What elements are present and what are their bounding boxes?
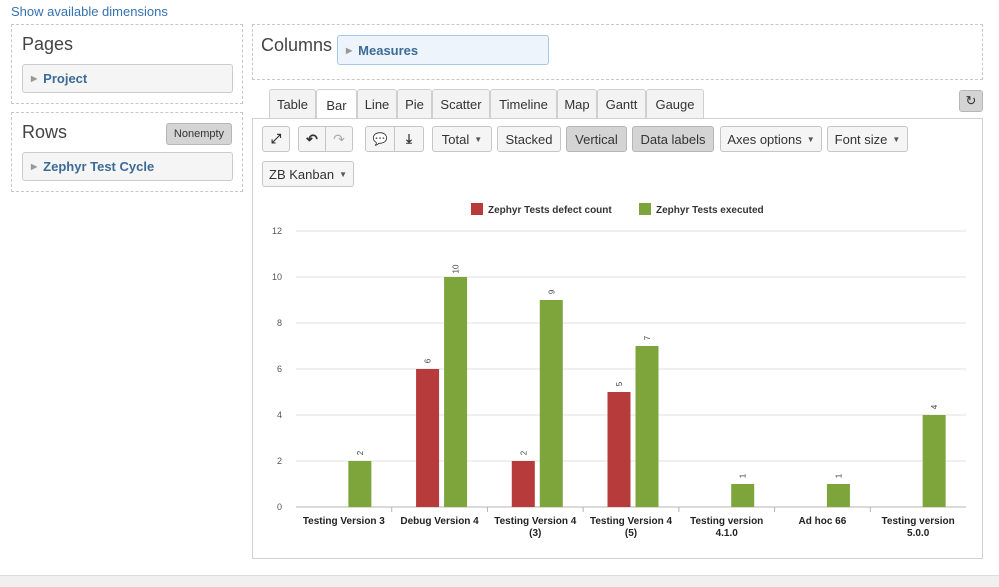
tab-table[interactable]: Table bbox=[269, 89, 316, 119]
bar bbox=[826, 484, 850, 507]
caret-right-icon: ▶ bbox=[31, 162, 38, 171]
tab-timeline[interactable]: Timeline bbox=[490, 89, 557, 119]
x-tick-label: 4.1.0 bbox=[716, 528, 739, 539]
y-tick-label: 0 bbox=[277, 502, 282, 512]
data-label: 4 bbox=[930, 404, 939, 409]
tab-bar[interactable]: Bar bbox=[316, 89, 357, 120]
rows-dimension-zephyr-test-cycle[interactable]: ▶ Zephyr Test Cycle bbox=[22, 152, 233, 181]
refresh-icon: ↻ bbox=[965, 93, 977, 108]
columns-title: Columns bbox=[261, 35, 333, 55]
stacked-button[interactable]: Stacked bbox=[497, 126, 561, 152]
axes-options-label: Axes options bbox=[727, 131, 802, 147]
legend-label: Zephyr Tests defect count bbox=[488, 205, 612, 216]
x-tick-label: Testing version bbox=[882, 516, 955, 527]
rows-panel: Rows Nonempty ▶ Zephyr Test Cycle bbox=[11, 112, 243, 192]
data-label: 10 bbox=[452, 264, 461, 273]
x-tick-label: Testing version bbox=[690, 516, 763, 527]
tab-map[interactable]: Map bbox=[557, 89, 597, 119]
chevron-down-icon: ▼ bbox=[806, 134, 815, 144]
data-label: 1 bbox=[834, 473, 843, 478]
y-tick-label: 4 bbox=[277, 410, 282, 420]
font-size-label: Font size bbox=[834, 131, 888, 147]
data-label: 2 bbox=[356, 450, 365, 455]
total-label: Total bbox=[441, 131, 470, 147]
y-tick-label: 10 bbox=[272, 272, 282, 282]
caret-right-icon: ▶ bbox=[31, 74, 38, 83]
total-dropdown[interactable]: Total ▼ bbox=[432, 126, 492, 152]
y-tick-label: 2 bbox=[277, 456, 282, 466]
bar bbox=[348, 461, 372, 507]
nonempty-button[interactable]: Nonempty bbox=[166, 123, 232, 145]
redo-button[interactable]: ↷ bbox=[325, 126, 353, 152]
show-dimensions-link[interactable]: Show available dimensions bbox=[11, 4, 168, 19]
x-tick-label: Testing Version 3 bbox=[303, 516, 385, 527]
chevron-down-icon: ▼ bbox=[474, 134, 483, 144]
bar bbox=[416, 369, 440, 507]
bar bbox=[635, 346, 659, 507]
zb-kanban-label: ZB Kanban bbox=[269, 166, 335, 182]
fullscreen-button[interactable]: ⤢ bbox=[262, 126, 290, 152]
pages-title: Pages bbox=[22, 34, 74, 54]
redo-icon: ↷ bbox=[333, 130, 345, 147]
data-label: 7 bbox=[643, 335, 652, 340]
font-size-dropdown[interactable]: Font size ▼ bbox=[827, 126, 908, 152]
y-tick-label: 8 bbox=[277, 318, 282, 328]
chart-panel: ⤢ ↶ ↷ 💬 ⤓ Total ▼ Stacked Vertical Data … bbox=[252, 118, 983, 559]
legend-swatch bbox=[471, 203, 483, 215]
tab-pie[interactable]: Pie bbox=[397, 89, 432, 119]
data-label: 5 bbox=[615, 381, 624, 386]
y-tick-label: 6 bbox=[277, 364, 282, 374]
legend-swatch bbox=[639, 203, 651, 215]
bar-chart: 024681012Zephyr Tests defect count Zephyr… bbox=[272, 203, 966, 539]
x-tick-label: Debug Version 4 bbox=[400, 516, 479, 527]
caret-right-icon: ▶ bbox=[346, 45, 353, 55]
x-tick-label: Ad hoc 66 bbox=[799, 516, 847, 527]
rows-dimension-label: Zephyr Test Cycle bbox=[43, 159, 155, 174]
legend-label: Zephyr Tests executed bbox=[656, 205, 764, 216]
columns-dimension-label: Measures bbox=[358, 42, 419, 58]
x-tick-label: 5.0.0 bbox=[907, 528, 930, 539]
bar bbox=[539, 300, 563, 507]
bar bbox=[444, 277, 468, 507]
pages-dimension-label: Project bbox=[43, 71, 88, 86]
download-icon: ⤓ bbox=[406, 131, 412, 146]
chevron-down-icon: ▼ bbox=[892, 134, 901, 144]
tab-gantt[interactable]: Gantt bbox=[597, 89, 646, 119]
data-label: 9 bbox=[547, 289, 556, 294]
bar bbox=[731, 484, 755, 507]
comment-button[interactable]: 💬 bbox=[365, 126, 395, 152]
columns-dimension-measures[interactable]: ▶ Measures bbox=[337, 35, 549, 65]
data-label: 2 bbox=[519, 450, 528, 455]
bar bbox=[922, 415, 946, 507]
refresh-button[interactable]: ↻ bbox=[959, 90, 983, 112]
rows-title: Rows bbox=[22, 122, 68, 142]
bottom-bar bbox=[0, 575, 999, 587]
chevron-down-icon: ▼ bbox=[339, 169, 347, 179]
tab-gauge[interactable]: Gauge bbox=[646, 89, 704, 119]
bar bbox=[607, 392, 631, 507]
bar bbox=[511, 461, 535, 507]
download-button[interactable]: ⤓ bbox=[394, 126, 424, 152]
vertical-button[interactable]: Vertical bbox=[566, 126, 627, 152]
fullscreen-icon: ⤢ bbox=[270, 131, 282, 146]
undo-button[interactable]: ↶ bbox=[298, 126, 326, 152]
tab-line[interactable]: Line bbox=[357, 89, 397, 119]
data-label: 1 bbox=[739, 473, 748, 478]
pages-dimension-project[interactable]: ▶ Project bbox=[22, 64, 233, 93]
tab-scatter[interactable]: Scatter bbox=[432, 89, 490, 119]
data-labels-button[interactable]: Data labels bbox=[632, 126, 714, 152]
x-tick-label: (5) bbox=[625, 528, 637, 539]
x-tick-label: Testing Version 4 bbox=[590, 516, 672, 527]
columns-panel: Columns ▶ Measures bbox=[252, 24, 983, 80]
x-tick-label: (3) bbox=[529, 528, 541, 539]
x-tick-label: Testing Version 4 bbox=[494, 516, 576, 527]
comment-icon: 💬 bbox=[372, 132, 388, 146]
undo-icon: ↶ bbox=[306, 130, 318, 147]
axes-options-dropdown[interactable]: Axes options ▼ bbox=[720, 126, 822, 152]
pages-panel: Pages ▶ Project bbox=[11, 24, 243, 104]
zb-kanban-dropdown[interactable]: ZB Kanban ▼ bbox=[262, 161, 354, 187]
y-tick-label: 12 bbox=[272, 226, 282, 236]
data-label: 6 bbox=[424, 358, 433, 363]
